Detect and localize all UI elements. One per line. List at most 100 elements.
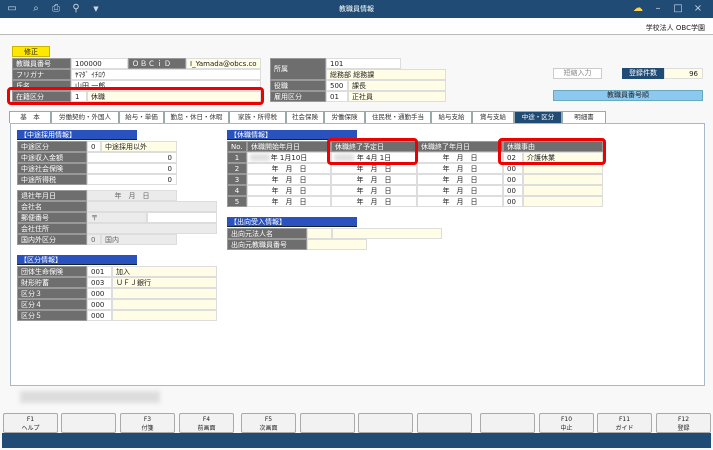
tab-5[interactable]: 家族・所得税: [229, 111, 286, 123]
leave-start-date[interactable]: 年 月 日: [247, 174, 331, 185]
fkey-blank-7-button[interactable]: [417, 413, 472, 433]
tab-8[interactable]: 住民税・通勤手当: [365, 111, 431, 123]
count-label: 登録件数: [622, 68, 664, 79]
fkey-f5-button[interactable]: F5 次画面: [241, 413, 296, 433]
leave-end-date[interactable]: 年 月 日: [417, 163, 503, 174]
category-code[interactable]: 001: [87, 266, 112, 277]
tab-10[interactable]: 賞与支給: [472, 111, 514, 123]
furigana-field[interactable]: ﾔﾏﾀﾞ ｲﾁﾛｳ: [71, 69, 261, 80]
employment-name: 正社員: [348, 91, 446, 102]
leave-planned-end-date[interactable]: 年 月 日: [331, 174, 417, 185]
domestic-code[interactable]: 0: [87, 234, 101, 245]
position-code[interactable]: 500: [326, 80, 348, 91]
tab-6[interactable]: 社会保険: [286, 111, 324, 123]
leave-planned-end-date[interactable]: 年 月 日: [331, 196, 417, 207]
category-code[interactable]: 003: [87, 277, 112, 288]
midcareer-amount-field[interactable]: 0: [87, 163, 177, 174]
domestic-label: 国内外区分: [17, 234, 87, 245]
leave-reason-code[interactable]: 00: [503, 174, 523, 185]
leave-reason-code[interactable]: 00: [503, 185, 523, 196]
leave-end-date[interactable]: 年 月 日: [417, 152, 503, 163]
fkey-f11-button[interactable]: F11 ガイド: [597, 413, 652, 433]
midcareer-label: 中途社会保険: [17, 163, 87, 174]
leave-end-date[interactable]: 年 月 日: [417, 174, 503, 185]
category-code[interactable]: 000: [87, 299, 112, 310]
tab-11[interactable]: 中途・区分: [514, 111, 562, 123]
leave-start-date[interactable]: 年 月 日: [247, 196, 331, 207]
secondment-company-code[interactable]: [307, 228, 332, 239]
tab-2[interactable]: 労働契約・外国人: [51, 111, 119, 123]
postal-code-label: 郵便番号: [17, 212, 87, 223]
tab-9[interactable]: 給与支給: [431, 111, 472, 123]
status-message: [20, 391, 160, 403]
furigana-label: フリガナ: [12, 69, 71, 80]
fkey-f3-button[interactable]: F3 付箋: [120, 413, 175, 433]
employee-no-field[interactable]: 100000: [71, 58, 128, 69]
tab-1[interactable]: 基 本: [9, 111, 51, 123]
leave-start-date[interactable]: 年 月 日: [247, 163, 331, 174]
tab-7[interactable]: 労働保険: [324, 111, 365, 123]
leave-end-date[interactable]: 年 月 日: [417, 196, 503, 207]
leave-start-date[interactable]: 年 月 日: [247, 185, 331, 196]
postal-code-extra: [147, 212, 217, 223]
midcareer-amount-field[interactable]: 0: [87, 152, 177, 163]
count-value: 96: [664, 68, 703, 79]
tab-4[interactable]: 勤怠・休日・休暇: [164, 111, 229, 123]
fkey-blank-8-button[interactable]: [480, 413, 535, 433]
tab-12[interactable]: 明細書: [562, 111, 606, 123]
leave-start-date[interactable]: 年 1月10日: [247, 152, 331, 163]
category-value: 加入: [112, 266, 217, 277]
leave-reason-code[interactable]: 00: [503, 196, 523, 207]
fkey-blank-6-button[interactable]: [358, 413, 413, 433]
category-code[interactable]: 000: [87, 288, 112, 299]
obcid-field[interactable]: I_Yamada@obcs.co: [186, 58, 261, 69]
leave-end-date[interactable]: 年 月 日: [417, 185, 503, 196]
sort-order-bar[interactable]: 教職員番号順: [553, 90, 703, 101]
midcareer-label: 中途収入金額: [17, 152, 87, 163]
postal-code-field[interactable]: 〒: [87, 212, 147, 223]
tab-3[interactable]: 給与・単価: [119, 111, 164, 123]
dept-code[interactable]: 101: [326, 58, 401, 69]
category-value: ＵＦＪ銀行: [112, 277, 217, 288]
retire-date-field[interactable]: 年 月 日: [87, 190, 177, 201]
maximize-icon[interactable]: □: [672, 3, 684, 15]
fkey-f12-button[interactable]: F12 登録: [656, 413, 711, 433]
fkey-f4-button[interactable]: F4 前画面: [179, 413, 234, 433]
company-name-label: 会社名: [17, 201, 87, 212]
window-title: 教職員情報: [339, 5, 374, 13]
fkey-label: 中止: [560, 425, 573, 432]
fkey-blank-1-button[interactable]: [61, 413, 116, 433]
category-value: [112, 299, 217, 310]
leave-header: No.: [227, 141, 247, 152]
fkey-label: ヘルプ: [21, 425, 40, 432]
category-label: 団体生命保険: [17, 266, 87, 277]
secondment-empno-field[interactable]: [307, 239, 367, 250]
leave-header: 休職開始年月日: [247, 141, 331, 152]
leave-header: 休職終了年月日: [417, 141, 503, 152]
midcareer-type-code[interactable]: 0: [87, 141, 101, 152]
highlight-planned-end: [327, 138, 418, 165]
company-address-field[interactable]: [87, 223, 217, 234]
fkey-blank-5-button[interactable]: [300, 413, 355, 433]
category-value: [112, 310, 217, 321]
leave-row-no: 1: [227, 152, 247, 163]
fkey-f1-button[interactable]: F1 ヘルプ: [3, 413, 58, 433]
secondment-company-name: [332, 228, 442, 239]
employment-code[interactable]: 01: [326, 91, 348, 102]
midcareer-label: 中途区分: [17, 141, 87, 152]
close-icon[interactable]: ×: [692, 3, 704, 15]
category-section-title: 【区分情報】: [17, 255, 137, 265]
midcareer-amount-field[interactable]: 0: [87, 174, 177, 185]
highlight-reason: [498, 138, 606, 165]
minimize-icon[interactable]: –: [652, 3, 664, 15]
ai-assistant-icon[interactable]: ☁: [632, 3, 644, 15]
shortcut-input-button[interactable]: 短縮入力: [553, 68, 602, 79]
org-name: 学校法人 OBC学園: [645, 24, 705, 32]
category-code[interactable]: 000: [87, 310, 112, 321]
company-name-field[interactable]: [87, 201, 217, 212]
fkey-number: F11: [618, 416, 631, 423]
fkey-number: F5: [264, 416, 273, 423]
fkey-f10-button[interactable]: F10 中止: [539, 413, 594, 433]
title-bar: ▭ ⌕ ⎙ ⚲ ▼ 教職員情報 ☁ – □ ×: [0, 0, 713, 18]
leave-planned-end-date[interactable]: 年 月 日: [331, 185, 417, 196]
